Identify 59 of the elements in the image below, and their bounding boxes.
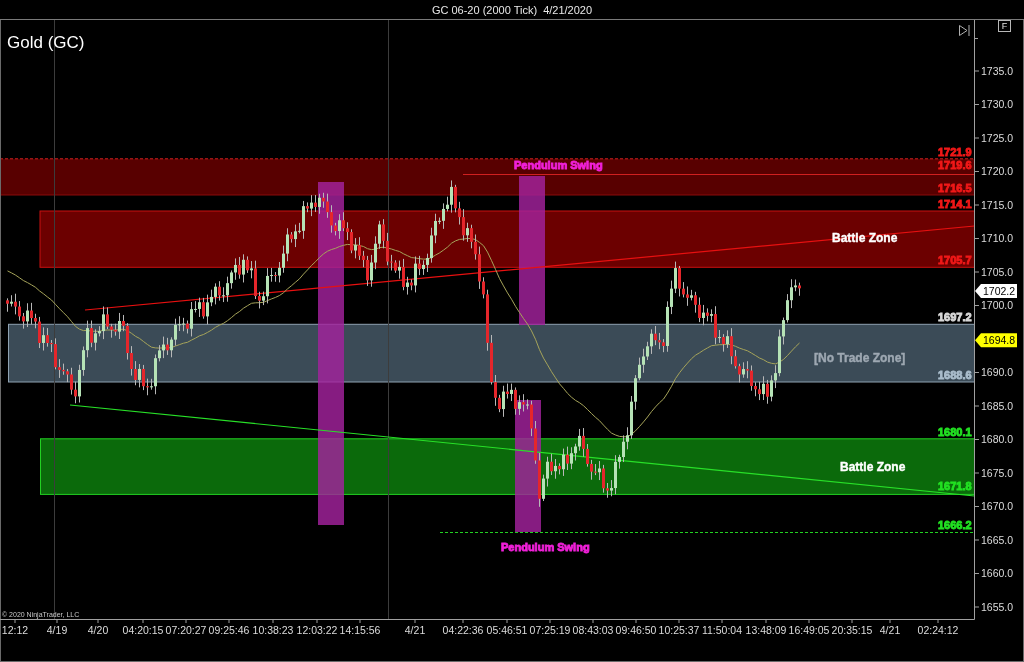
time-axis-label: 10:25:37 bbox=[658, 624, 700, 636]
instrument-label: Gold (GC) bbox=[7, 33, 85, 52]
time-axis-label: 05:46:51 bbox=[486, 624, 528, 636]
price-axis-label: 1705.0 bbox=[981, 265, 1014, 278]
price-level-label: 1697.2 bbox=[938, 311, 972, 323]
price-level-label: 1666.2 bbox=[938, 519, 972, 531]
time-axis-label: 14:15:56 bbox=[339, 624, 381, 636]
skip-to-end-icon[interactable] bbox=[959, 24, 970, 37]
price-level-label: 1716.5 bbox=[938, 182, 972, 194]
time-axis-label: 04:22:36 bbox=[442, 624, 484, 636]
time-axis-label: 09:46:50 bbox=[615, 624, 657, 636]
panel-toggle-button[interactable]: F bbox=[998, 20, 1011, 32]
window-title: GC 06-20 (2000 Tick) 4/21/2020 bbox=[431, 3, 593, 16]
time-axis-label: 4/20 bbox=[87, 624, 109, 636]
price-level-label: 1714.1 bbox=[938, 198, 972, 210]
price-axis-label: 1685.0 bbox=[981, 399, 1014, 412]
chart-annotation: [No Trade Zone] bbox=[814, 351, 906, 365]
price-axis-label: 1710.0 bbox=[981, 232, 1014, 245]
price-tag: 1694.8 bbox=[975, 333, 1017, 348]
price-axis-label: 1735.0 bbox=[981, 64, 1014, 77]
time-axis-label: 11:50:04 bbox=[701, 624, 743, 636]
price-level-label: 1705.7 bbox=[938, 254, 972, 266]
chart-annotation: Pendulum Swing bbox=[514, 159, 603, 171]
price-axis-label: 1700.0 bbox=[981, 299, 1014, 312]
price-level-label: 1671.8 bbox=[938, 480, 972, 492]
time-axis-label: 4/19 bbox=[46, 624, 68, 636]
time-axis-label: 12:03:22 bbox=[296, 624, 338, 636]
chart-annotation: Battle Zone bbox=[832, 231, 898, 245]
time-axis-label: 07:20:27 bbox=[165, 624, 207, 636]
price-level-label: 1721.9 bbox=[938, 146, 972, 158]
time-axis-label: 08:43:03 bbox=[572, 624, 614, 636]
price-axis-label: 1730.0 bbox=[981, 98, 1014, 111]
time-axis-label: 4/21 bbox=[879, 624, 901, 636]
price-axis-label: 1670.0 bbox=[981, 500, 1014, 513]
price-axis-label: 1680.0 bbox=[981, 433, 1014, 446]
time-axis-label: 13:48:09 bbox=[745, 624, 787, 636]
time-axis-label: 10:38:23 bbox=[252, 624, 294, 636]
price-axis-label: 1660.0 bbox=[981, 567, 1014, 580]
price-tag: 1702.2 bbox=[975, 284, 1017, 298]
time-axis-label: 20:35:15 bbox=[831, 624, 873, 636]
price-axis-label: 1720.0 bbox=[981, 165, 1014, 178]
price-axis-label: 1690.0 bbox=[981, 366, 1014, 379]
time-axis-label: 12:12 bbox=[1, 624, 29, 636]
price-axis-label: 1725.0 bbox=[981, 131, 1014, 144]
chart-annotation: Pendulum Swing bbox=[501, 541, 590, 553]
price-axis-label: 1665.0 bbox=[981, 533, 1014, 546]
price-level-label: 1688.6 bbox=[938, 369, 972, 381]
chart-annotation: Battle Zone bbox=[840, 460, 906, 474]
time-axis-label: 07:25:19 bbox=[529, 624, 571, 636]
time-axis-label: 4/21 bbox=[404, 624, 426, 636]
time-axis-label: 09:25:46 bbox=[208, 624, 250, 636]
price-level-label: 1719.6 bbox=[938, 159, 972, 171]
time-axis-label: 16:49:05 bbox=[788, 624, 830, 636]
time-axis-label: 04:20:15 bbox=[122, 624, 164, 636]
price-axis-label: 1655.0 bbox=[981, 600, 1014, 613]
price-axis-label: 1715.0 bbox=[981, 198, 1014, 211]
price-axis-label: 1675.0 bbox=[981, 466, 1014, 479]
price-level-label: 1680.1 bbox=[938, 426, 972, 438]
time-axis-label: 02:24:12 bbox=[917, 624, 959, 636]
